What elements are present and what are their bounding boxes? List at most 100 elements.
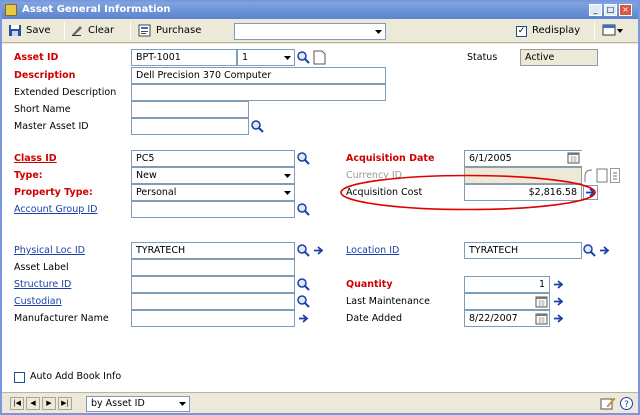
account-group-lookup-button[interactable]: [296, 202, 311, 217]
short-name-field[interactable]: [131, 101, 249, 118]
calendar-icon: [567, 152, 580, 164]
location-id-lookup-button[interactable]: [582, 243, 597, 258]
clear-button[interactable]: Clear: [70, 23, 114, 39]
custodian-field[interactable]: [131, 293, 295, 310]
asset-id-note-button[interactable]: [312, 50, 327, 65]
type-label: Type:: [14, 170, 43, 181]
save-label: Save: [26, 25, 51, 36]
minimize-button[interactable]: _: [589, 4, 602, 16]
date-added-calendar-button[interactable]: [535, 312, 548, 325]
asset-id-label: Asset ID: [14, 52, 59, 63]
toolbar-separator: [130, 22, 131, 40]
structure-id-field[interactable]: [131, 276, 295, 293]
manufacturer-name-field[interactable]: [131, 310, 295, 327]
highlight-ellipse: [340, 174, 596, 211]
previous-record-button[interactable]: ◀: [26, 397, 40, 410]
help-button[interactable]: ?: [619, 396, 634, 411]
physical-loc-id-link[interactable]: Physical Loc ID: [14, 243, 85, 259]
note-icon: [313, 50, 326, 65]
quantity-label: Quantity: [346, 279, 393, 290]
physical-loc-id-field[interactable]: TYRATECH: [131, 242, 295, 259]
asset-suffix-dropdown[interactable]: 1: [237, 49, 295, 66]
last-record-button[interactable]: ▶|: [58, 397, 72, 410]
redisplay-label: Redisplay: [532, 25, 581, 36]
clear-icon: [70, 24, 84, 37]
manufacturer-expand-button[interactable]: [296, 311, 311, 326]
class-id-field[interactable]: PC5: [131, 150, 295, 167]
master-asset-id-label: Master Asset ID: [14, 121, 89, 132]
arrow-right-icon: [554, 297, 564, 306]
custodian-link[interactable]: Custodian: [14, 294, 62, 310]
first-record-button[interactable]: |◀: [10, 397, 24, 410]
location-id-field[interactable]: TYRATECH: [464, 242, 582, 259]
arrow-right-icon: [554, 280, 564, 289]
toolbar-dropdown[interactable]: [234, 23, 386, 40]
clear-label: Clear: [88, 25, 115, 36]
sort-by-dropdown[interactable]: by Asset ID: [86, 396, 190, 412]
currency-options-button[interactable]: [610, 168, 620, 183]
acquisition-date-calendar-button[interactable]: [567, 151, 582, 166]
redisplay-checkbox[interactable]: ✓: [516, 26, 527, 37]
arrow-right-icon: [554, 314, 564, 323]
last-maintenance-expand-button[interactable]: [551, 294, 566, 309]
quantity-expand-button[interactable]: [551, 277, 566, 292]
purchase-label: Purchase: [156, 25, 202, 36]
toolbar-separator: [594, 22, 595, 40]
close-button[interactable]: ×: [619, 4, 632, 16]
help-icon: ?: [620, 397, 633, 410]
note-pencil-icon: [600, 397, 616, 410]
master-asset-lookup-button[interactable]: [250, 119, 265, 134]
property-type-label: Property Type:: [14, 187, 93, 198]
title-bar: Asset General Information _ □ ×: [2, 2, 638, 19]
asset-id-lookup-button[interactable]: [296, 50, 311, 65]
form-area: Asset ID BPT-1001 1 Status Active Descri…: [2, 44, 638, 392]
note-button[interactable]: [600, 396, 616, 411]
short-name-label: Short Name: [14, 104, 71, 115]
save-button[interactable]: Save: [8, 23, 51, 39]
extended-description-field[interactable]: [131, 84, 386, 101]
magnifier-icon: [297, 278, 310, 291]
maximize-button[interactable]: □: [604, 4, 617, 16]
last-maintenance-calendar-button[interactable]: [535, 295, 548, 308]
arrow-right-icon: [299, 314, 309, 323]
class-id-lookup-button[interactable]: [296, 151, 311, 166]
structure-id-link[interactable]: Structure ID: [14, 277, 71, 293]
status-label: Status: [467, 52, 498, 63]
auto-add-book-info-label: Auto Add Book Info: [30, 371, 122, 382]
next-record-button[interactable]: ▶: [42, 397, 56, 410]
magnifier-icon: [297, 152, 310, 165]
account-group-id-link[interactable]: Account Group ID: [14, 202, 97, 218]
structure-id-lookup-button[interactable]: [296, 277, 311, 292]
auto-add-book-info-checkbox[interactable]: [14, 372, 25, 383]
options-icon: [610, 168, 620, 183]
acquisition-date-field[interactable]: 6/1/2005: [464, 150, 582, 167]
custodian-lookup-button[interactable]: [296, 294, 311, 309]
arrow-right-icon: [600, 246, 610, 255]
purchase-button[interactable]: Purchase: [138, 23, 201, 39]
magnifier-icon: [251, 120, 264, 133]
toolbar: Save Clear Purchase ✓ Redisplay: [2, 19, 638, 43]
calendar-icon: [535, 296, 548, 308]
quantity-field[interactable]: 1: [464, 276, 550, 293]
asset-label-field[interactable]: [131, 259, 295, 276]
physical-loc-lookup-button[interactable]: [296, 243, 311, 258]
description-field[interactable]: Dell Precision 370 Computer: [131, 67, 386, 84]
window-options-button[interactable]: [602, 23, 623, 39]
asset-suffix-value: 1: [242, 52, 249, 63]
asset-label-label: Asset Label: [14, 262, 69, 273]
asset-general-information-window: Asset General Information _ □ × Save Cle…: [0, 0, 640, 415]
property-type-dropdown[interactable]: Personal: [131, 184, 295, 201]
class-id-link[interactable]: Class ID: [14, 151, 57, 167]
location-id-link[interactable]: Location ID: [346, 243, 399, 259]
physical-loc-expand-button[interactable]: [311, 243, 326, 258]
location-id-expand-button[interactable]: [597, 243, 612, 258]
type-dropdown[interactable]: New: [131, 167, 295, 184]
status-field: Active: [520, 49, 598, 66]
sort-by-value: by Asset ID: [91, 398, 145, 409]
type-value: New: [136, 170, 157, 181]
magnifier-icon: [297, 51, 310, 64]
date-added-expand-button[interactable]: [551, 311, 566, 326]
asset-id-field[interactable]: BPT-1001: [131, 49, 237, 66]
account-group-id-field[interactable]: [131, 201, 295, 218]
master-asset-id-field[interactable]: [131, 118, 249, 135]
